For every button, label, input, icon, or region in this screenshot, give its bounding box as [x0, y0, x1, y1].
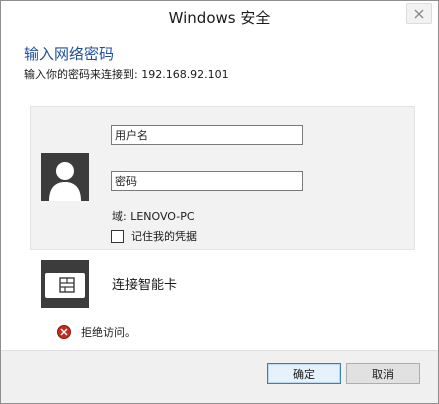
- dialog-heading: 输入网络密码: [24, 45, 115, 63]
- title-bar: Windows 安全: [1, 1, 438, 31]
- windows-security-dialog: Windows 安全 输入网络密码 输入你的密码来连接到: 192.168.92…: [0, 0, 439, 404]
- error-text: 拒绝访问。: [81, 326, 136, 339]
- close-button[interactable]: [406, 3, 432, 24]
- domain-label: 域: LENOVO-PC: [112, 210, 195, 223]
- close-icon: [414, 9, 424, 18]
- password-field[interactable]: [111, 171, 303, 191]
- smart-card-label: 连接智能卡: [112, 278, 178, 293]
- ok-button[interactable]: 确定: [267, 363, 341, 384]
- error-icon: [57, 325, 71, 339]
- window-title: Windows 安全: [168, 9, 271, 27]
- cancel-button[interactable]: 取消: [346, 363, 420, 384]
- smart-card-icon: [41, 260, 89, 308]
- dialog-subheading: 输入你的密码来连接到: 192.168.92.101: [24, 68, 229, 81]
- remember-credentials-label: 记住我的凭据: [131, 230, 197, 243]
- user-avatar-icon: [41, 153, 89, 201]
- dialog-footer: 确定 取消: [1, 350, 438, 403]
- checkbox-box[interactable]: [111, 229, 124, 243]
- error-message: 拒绝访问。: [57, 324, 136, 340]
- username-field[interactable]: [111, 125, 303, 145]
- remember-credentials-checkbox[interactable]: 记住我的凭据: [111, 228, 197, 244]
- smart-card-option[interactable]: 连接智能卡: [1, 253, 438, 315]
